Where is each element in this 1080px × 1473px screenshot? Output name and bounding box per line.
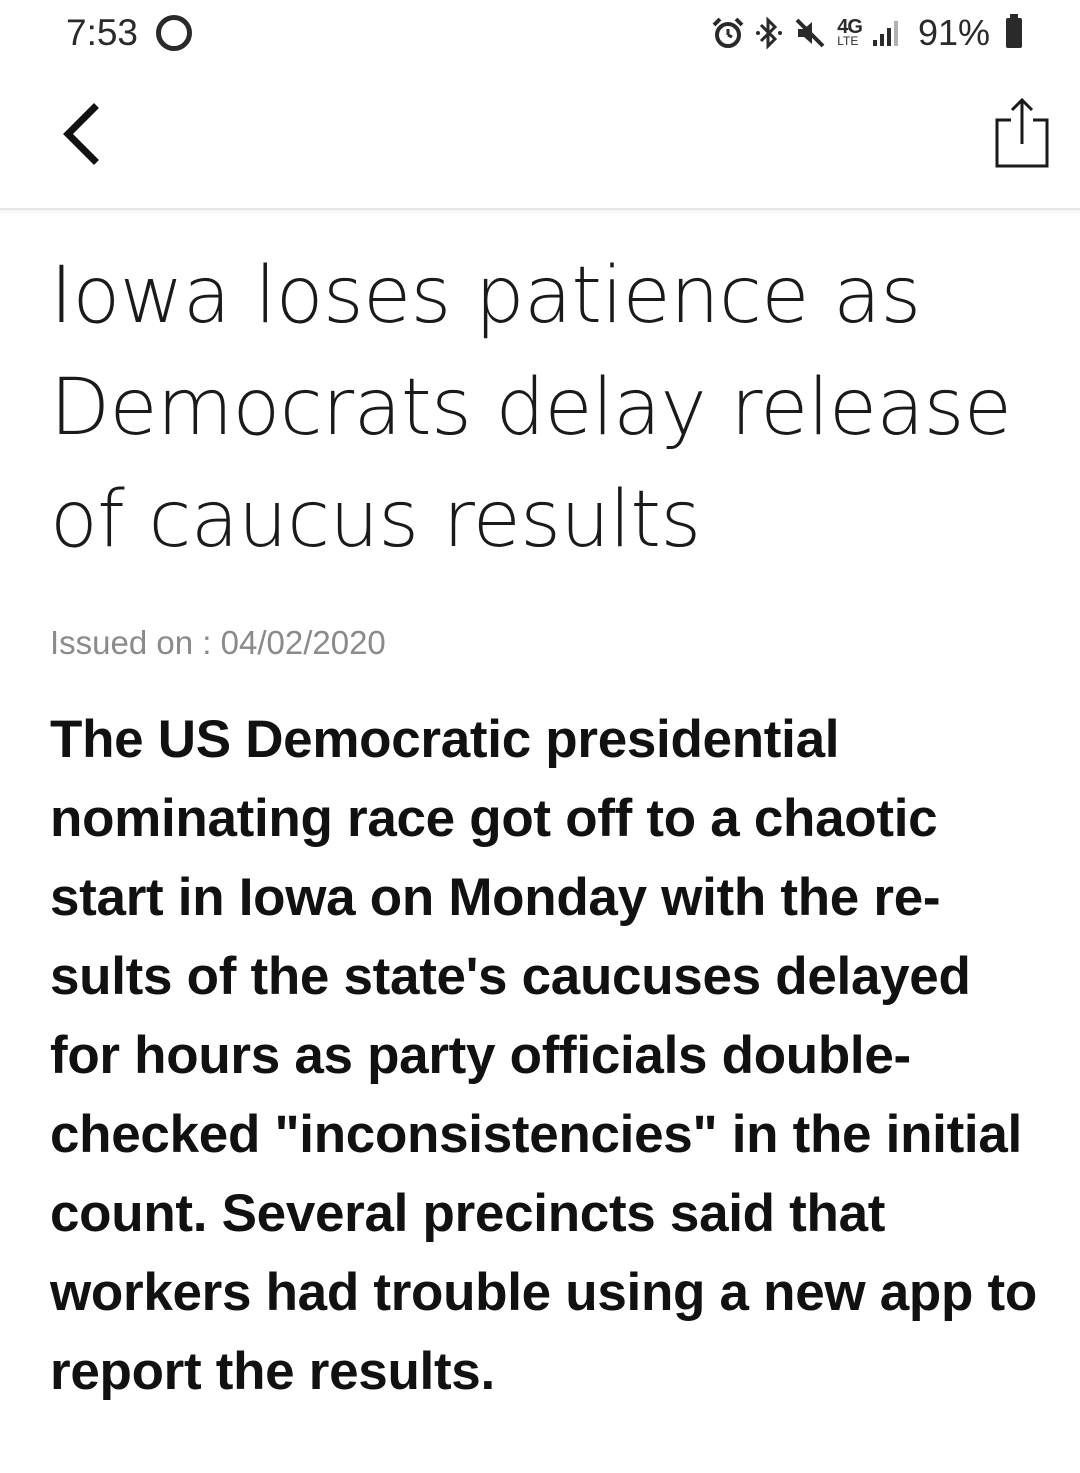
- article-lead-paragraph: The US Democratic presidential nominatin…: [50, 710, 1037, 1401]
- status-icons: 4G LTE 91%: [711, 12, 1022, 54]
- notification-circle-icon: [156, 15, 192, 51]
- mute-icon: [793, 16, 827, 50]
- back-button[interactable]: [40, 94, 120, 178]
- signal-icon: [872, 18, 902, 48]
- network-4g-icon: 4G LTE: [837, 16, 863, 48]
- battery-icon: [1006, 14, 1022, 48]
- battery-percent: 91%: [917, 12, 990, 53]
- article-title: Iowa loses patience as Democrats delay r…: [50, 251, 1012, 565]
- chevron-left-icon: [56, 102, 104, 171]
- share-button[interactable]: [982, 90, 1062, 180]
- article-issued-date: Issued on : 04/02/2020: [50, 624, 386, 661]
- share-icon: [993, 96, 1051, 175]
- bluetooth-icon: [755, 16, 783, 50]
- status-time: 7:53: [66, 12, 139, 53]
- app-toolbar: [0, 66, 1080, 210]
- article: Iowa loses patience as Democrats delay r…: [50, 240, 1040, 1411]
- alarm-icon: [711, 16, 745, 50]
- status-bar: 7:53 4G LTE 91%: [0, 0, 1080, 66]
